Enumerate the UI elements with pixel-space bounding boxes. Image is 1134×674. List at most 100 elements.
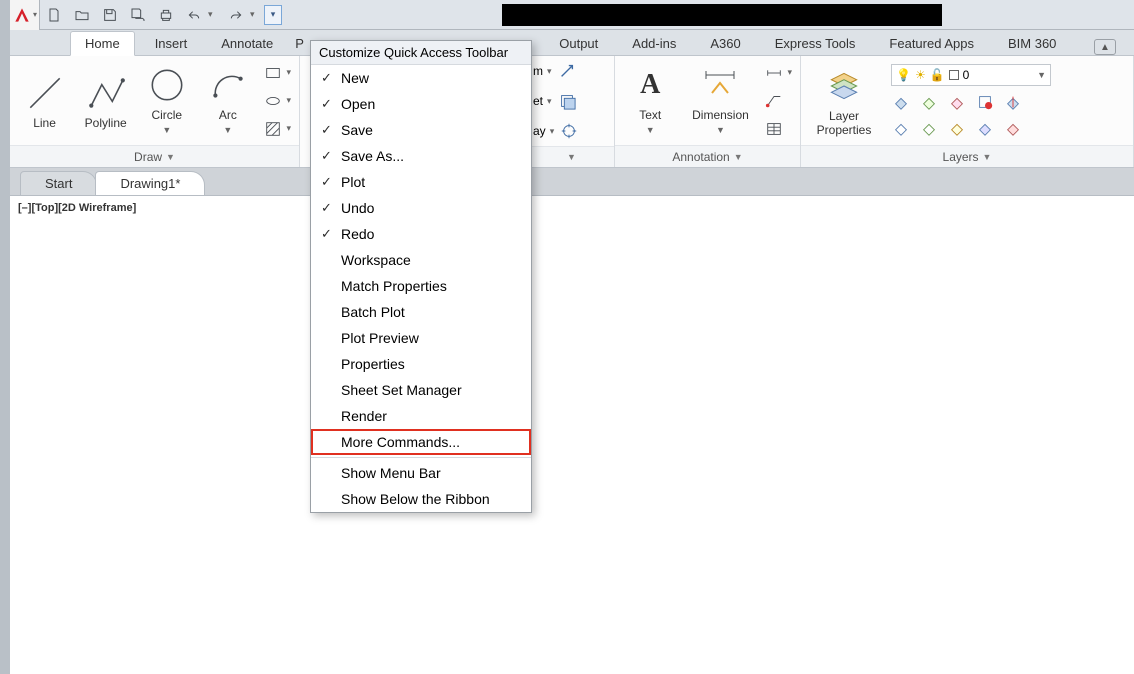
tool-arc[interactable]: Arc ▼ bbox=[201, 64, 254, 137]
tab-featured[interactable]: Featured Apps bbox=[875, 32, 988, 55]
panel-modify-title-clipped[interactable]: ▼ bbox=[525, 146, 614, 167]
qat-menu-sheet-set[interactable]: Sheet Set Manager bbox=[311, 377, 531, 403]
qat-menu-render[interactable]: Render bbox=[311, 403, 531, 429]
tab-annotate[interactable]: Annotate bbox=[207, 32, 287, 55]
panel-layers-title[interactable]: Layers▼ bbox=[801, 145, 1133, 167]
title-text-redacted bbox=[502, 4, 942, 26]
tool-ellipse-dd[interactable]: ▾ bbox=[286, 95, 291, 106]
layer-properties-icon bbox=[823, 65, 865, 107]
qat-undo-button[interactable] bbox=[181, 2, 207, 28]
layer-freeze-icon[interactable] bbox=[919, 92, 939, 112]
layer-off-icon[interactable] bbox=[891, 92, 911, 112]
layer-iso-icon[interactable] bbox=[891, 118, 911, 138]
tool-circle[interactable]: Circle▼ bbox=[140, 64, 193, 137]
qat-new-button[interactable] bbox=[41, 2, 67, 28]
tool-leader-icon[interactable] bbox=[763, 90, 785, 112]
app-menu-button[interactable]: ▾ bbox=[10, 0, 40, 30]
qat-save-button[interactable] bbox=[97, 2, 123, 28]
clipped-icon-3[interactable] bbox=[558, 120, 580, 142]
tab-insert[interactable]: Insert bbox=[141, 32, 202, 55]
clipped-icon-1[interactable] bbox=[556, 60, 578, 82]
qat-menu-plot-preview[interactable]: Plot Preview bbox=[311, 325, 531, 351]
qat-menu-workspace[interactable]: Workspace bbox=[311, 247, 531, 273]
sun-icon: ☀ bbox=[915, 68, 926, 82]
qat-undo-dd[interactable]: ▾ bbox=[208, 9, 222, 20]
panel-annotation-title[interactable]: Annotation▼ bbox=[615, 145, 800, 167]
tool-ellipse-icon[interactable] bbox=[262, 90, 284, 112]
text-icon: A bbox=[640, 69, 660, 101]
tool-layer-properties[interactable]: Layer Properties bbox=[809, 65, 879, 137]
qat-customize-button[interactable]: ▾ bbox=[264, 5, 282, 25]
ribbon-tabstrip: Home Insert Annotate P Output Add-ins A3… bbox=[10, 30, 1134, 56]
tool-circle-dd-icon[interactable]: ▼ bbox=[162, 125, 171, 135]
layer-uniso-icon[interactable] bbox=[919, 118, 939, 138]
qat-open-button[interactable] bbox=[69, 2, 95, 28]
tab-a360[interactable]: A360 bbox=[696, 32, 754, 55]
ribbon-minimize-button[interactable]: ▲ bbox=[1094, 39, 1116, 55]
tab-bim360[interactable]: BIM 360 bbox=[994, 32, 1070, 55]
tab-addins[interactable]: Add-ins bbox=[618, 32, 690, 55]
doctab-drawing1[interactable]: Drawing1* bbox=[95, 171, 205, 195]
doctab-start[interactable]: Start bbox=[20, 171, 97, 195]
qat-menu-batch-plot[interactable]: Batch Plot bbox=[311, 299, 531, 325]
qat-redo-dd[interactable]: ▾ bbox=[250, 9, 264, 20]
panel-annotation: A Text▼ Dimension▼ ▾ Annotation▼ bbox=[615, 56, 801, 167]
qat-saveas-button[interactable] bbox=[125, 2, 151, 28]
clipped-icon-2[interactable] bbox=[556, 90, 578, 112]
tool-rectangle-icon[interactable] bbox=[262, 62, 284, 84]
layer-copy-icon[interactable] bbox=[975, 118, 995, 138]
layer-combo-dd-icon: ▼ bbox=[1037, 70, 1046, 80]
qat-menu-open[interactable]: Open bbox=[311, 91, 531, 117]
tool-table-icon[interactable] bbox=[763, 118, 785, 140]
qat-menu-show-below-ribbon[interactable]: Show Below the Ribbon bbox=[311, 486, 531, 512]
tab-parametric-clipped[interactable]: P bbox=[293, 32, 301, 55]
qat-menu-more-commands[interactable]: More Commands... bbox=[311, 429, 531, 455]
qat-menu-saveas[interactable]: Save As... bbox=[311, 143, 531, 169]
layer-walk-icon[interactable] bbox=[947, 118, 967, 138]
qat-menu-properties[interactable]: Properties bbox=[311, 351, 531, 377]
panel-layers: Layer Properties 💡 ☀ 🔓 0 ▼ bbox=[801, 56, 1134, 167]
dimension-icon bbox=[699, 64, 741, 106]
qat-menu-match-properties[interactable]: Match Properties bbox=[311, 273, 531, 299]
tool-line[interactable]: Line bbox=[18, 72, 71, 130]
panel-modify-clipped: m▾ et▾ ay▾ ▼ bbox=[525, 56, 615, 167]
tool-text-dd[interactable]: ▼ bbox=[646, 125, 655, 135]
tab-output[interactable]: Output bbox=[545, 32, 612, 55]
qat-menu-undo[interactable]: Undo bbox=[311, 195, 531, 221]
tool-dimension-label: Dimension bbox=[692, 108, 749, 122]
qat-menu-new[interactable]: New bbox=[311, 65, 531, 91]
qat-plot-button[interactable] bbox=[153, 2, 179, 28]
layer-merge-icon[interactable] bbox=[1003, 118, 1023, 138]
layer-current-combo[interactable]: 💡 ☀ 🔓 0 ▼ bbox=[891, 64, 1051, 86]
layer-lock-icon[interactable] bbox=[947, 92, 967, 112]
qat-menu-redo[interactable]: Redo bbox=[311, 221, 531, 247]
panel-layers-title-label: Layers bbox=[943, 150, 979, 164]
tool-arc-label: Arc bbox=[219, 108, 237, 122]
tab-home[interactable]: Home bbox=[70, 31, 135, 56]
tool-hatch-dd[interactable]: ▾ bbox=[286, 123, 291, 134]
tool-layer-properties-label: Layer Properties bbox=[817, 109, 872, 137]
clipped-row2-label: et bbox=[533, 94, 543, 108]
tab-express[interactable]: Express Tools bbox=[761, 32, 870, 55]
qat-menu-save[interactable]: Save bbox=[311, 117, 531, 143]
viewport-label[interactable]: [–][Top][2D Wireframe] bbox=[18, 202, 136, 214]
tool-dimension[interactable]: Dimension ▼ bbox=[685, 64, 755, 137]
tool-arc-dd-icon[interactable]: ▼ bbox=[223, 125, 232, 135]
layer-make-icon[interactable] bbox=[975, 92, 995, 112]
qat-menu-plot[interactable]: Plot bbox=[311, 169, 531, 195]
tool-polyline[interactable]: Polyline bbox=[79, 72, 132, 130]
panel-draw-title[interactable]: Draw▼ bbox=[10, 145, 299, 167]
tool-rectangle-dd[interactable]: ▾ bbox=[286, 67, 291, 78]
tool-linear-icon[interactable] bbox=[763, 62, 785, 84]
qat-redo-button[interactable] bbox=[223, 2, 249, 28]
panel-draw-title-label: Draw bbox=[134, 150, 162, 164]
tool-dimension-dd[interactable]: ▼ bbox=[716, 125, 725, 135]
drawing-canvas[interactable]: [–][Top][2D Wireframe] bbox=[10, 196, 1134, 674]
tool-hatch-icon[interactable] bbox=[262, 118, 284, 140]
panel-annotation-title-label: Annotation bbox=[672, 150, 729, 164]
qat-menu-title: Customize Quick Access Toolbar bbox=[311, 41, 531, 65]
ribbon: Line Polyline Circle▼ Arc ▼ bbox=[10, 56, 1134, 168]
tool-text[interactable]: A Text▼ bbox=[623, 64, 677, 137]
qat-menu-show-menu-bar[interactable]: Show Menu Bar bbox=[311, 460, 531, 486]
layer-match-icon[interactable] bbox=[1003, 92, 1023, 112]
